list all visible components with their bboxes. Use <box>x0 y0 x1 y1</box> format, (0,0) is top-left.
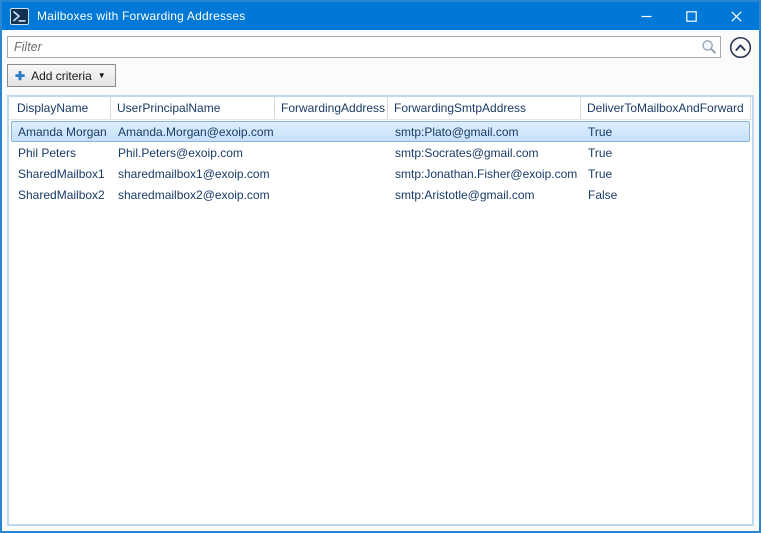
plus-icon: ✚ <box>15 70 25 82</box>
close-button[interactable] <box>714 2 759 30</box>
table-cell: True <box>582 146 752 160</box>
table-cell: Amanda Morgan <box>12 125 112 139</box>
table-cell: smtp:Socrates@gmail.com <box>389 146 582 160</box>
close-icon <box>731 11 742 22</box>
table-cell: Amanda.Morgan@exoip.com <box>112 125 276 139</box>
minimize-button[interactable] <box>624 2 669 30</box>
filter-input[interactable] <box>7 36 721 58</box>
results-grid: DisplayNameUserPrincipalNameForwardingAd… <box>7 95 754 526</box>
table-cell: True <box>582 125 752 139</box>
table-row[interactable]: SharedMailbox1sharedmailbox1@exoip.com sm… <box>11 163 750 184</box>
window-controls <box>624 2 759 30</box>
chevron-up-circle-icon <box>729 36 752 59</box>
table-cell: smtp:Plato@gmail.com <box>389 125 582 139</box>
filter-row <box>2 30 759 60</box>
window-title: Mailboxes with Forwarding Addresses <box>37 9 245 23</box>
table-row[interactable]: Amanda MorganAmanda.Morgan@exoip.com smtp… <box>11 121 750 142</box>
column-header-forwardingaddress[interactable]: ForwardingAddress <box>275 97 388 119</box>
criteria-row: ✚ Add criteria ▼ <box>2 60 759 94</box>
add-criteria-button[interactable]: ✚ Add criteria ▼ <box>7 64 116 87</box>
maximize-button[interactable] <box>669 2 714 30</box>
column-header-userprincipalname[interactable]: UserPrincipalName <box>111 97 275 119</box>
search-icon <box>701 39 717 55</box>
app-window: Mailboxes with Forwarding Addresses <box>0 0 761 533</box>
table-cell: smtp:Jonathan.Fisher@exoip.com <box>389 167 582 181</box>
maximize-icon <box>686 11 697 22</box>
add-criteria-label: Add criteria <box>31 69 92 83</box>
table-cell: Phil.Peters@exoip.com <box>112 146 276 160</box>
table-cell: False <box>582 188 752 202</box>
filter-box <box>7 36 721 58</box>
column-header-delivertomailboxandforward[interactable]: DeliverToMailboxAndForward <box>581 97 751 119</box>
table-cell: sharedmailbox1@exoip.com <box>112 167 276 181</box>
table-cell: smtp:Aristotle@gmail.com <box>389 188 582 202</box>
table-row[interactable]: SharedMailbox2sharedmailbox2@exoip.com sm… <box>11 184 750 205</box>
table-cell: SharedMailbox1 <box>12 167 112 181</box>
chevron-down-icon: ▼ <box>98 72 106 80</box>
grid-header: DisplayNameUserPrincipalNameForwardingAd… <box>9 97 752 120</box>
table-cell: Phil Peters <box>12 146 112 160</box>
table-cell: sharedmailbox2@exoip.com <box>112 188 276 202</box>
table-row[interactable]: Phil PetersPhil.Peters@exoip.com smtp:Soc… <box>11 142 750 163</box>
grid-body: Amanda MorganAmanda.Morgan@exoip.com smtp… <box>9 120 752 524</box>
column-header-displayname[interactable]: DisplayName <box>11 97 111 119</box>
minimize-icon <box>641 11 652 22</box>
titlebar: Mailboxes with Forwarding Addresses <box>2 2 759 30</box>
collapse-filter-button[interactable] <box>728 35 752 59</box>
table-cell: True <box>582 167 752 181</box>
table-cell: SharedMailbox2 <box>12 188 112 202</box>
column-header-forwardingsmtpaddress[interactable]: ForwardingSmtpAddress <box>388 97 581 119</box>
powershell-icon <box>10 8 29 25</box>
